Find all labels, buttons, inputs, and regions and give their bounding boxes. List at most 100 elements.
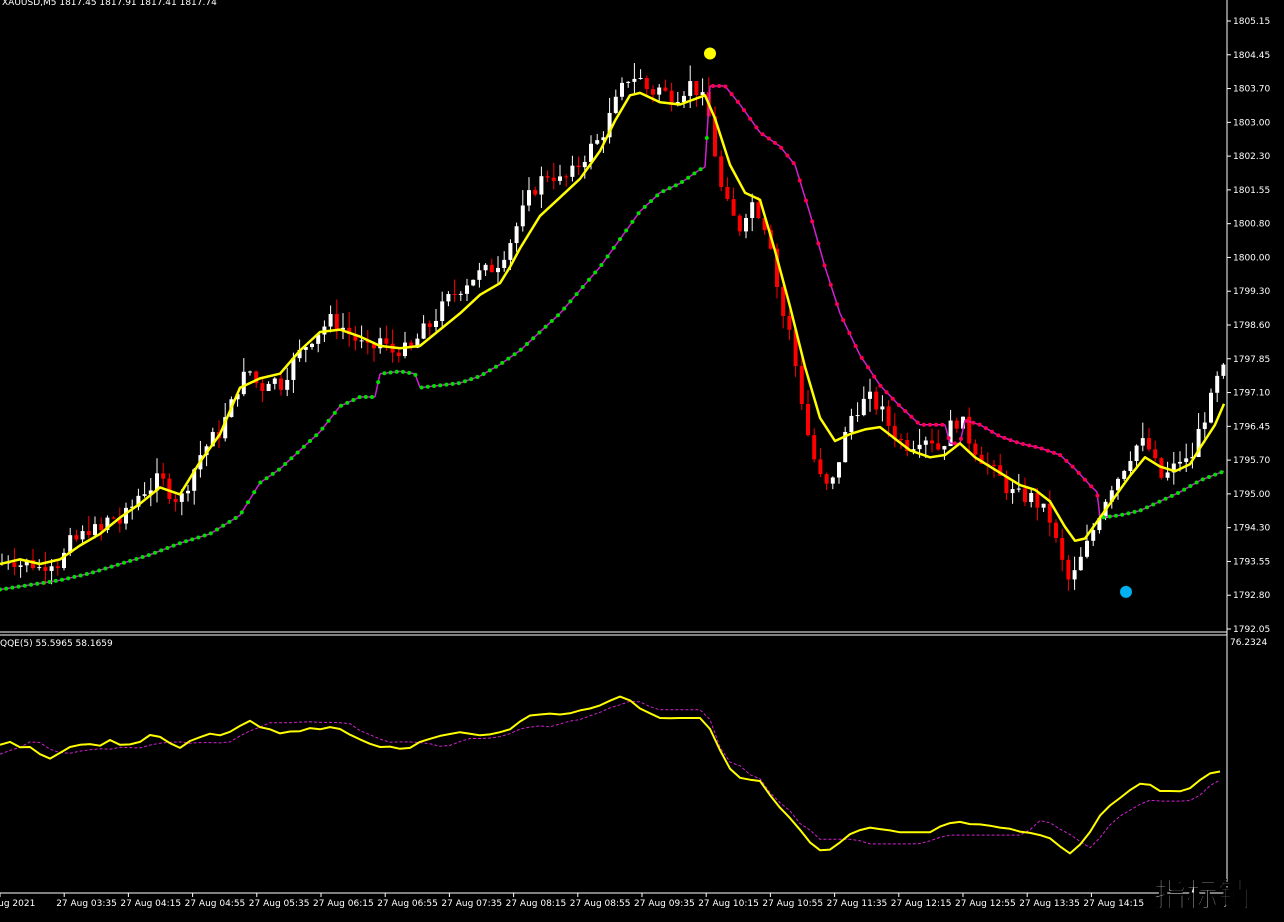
trail-stop-dot-up xyxy=(574,292,579,297)
bear-candle-body xyxy=(899,439,903,441)
trail-stop-dot-down xyxy=(872,374,877,379)
buy-signal-dot xyxy=(1120,585,1132,598)
bear-candle-body xyxy=(1153,449,1158,459)
trail-stop-dot-up xyxy=(91,570,95,575)
bull-candle-body xyxy=(868,391,872,399)
trail-stop-dot-up xyxy=(425,384,430,389)
trail-stop-dot-up xyxy=(1169,493,1174,498)
trail-stop-dot-down xyxy=(1033,444,1038,449)
trail-stop-dot-down xyxy=(996,433,1001,438)
bull-candle-body xyxy=(186,490,190,494)
trail-stop-dot-down xyxy=(1070,464,1075,469)
trail-stop-dot-up xyxy=(382,371,387,376)
trail-stop-dot-up xyxy=(103,566,108,571)
bull-candle-body xyxy=(1221,364,1226,376)
bull-candle-body xyxy=(142,494,147,496)
trail-stop-dot-up xyxy=(53,578,58,583)
trail-stop-dot-up xyxy=(153,550,157,555)
bear-candle-body xyxy=(806,403,810,436)
bull-candle-body xyxy=(483,264,488,271)
trail-stop-dot-up xyxy=(363,394,368,399)
time-tick-label: Aug 2021 xyxy=(0,899,35,909)
bull-candle-body xyxy=(471,279,476,286)
bull-candle-body xyxy=(1041,503,1046,508)
trail-stop-dot-down xyxy=(859,355,864,360)
trail-stop-dot-up xyxy=(171,543,176,548)
bull-candle-body xyxy=(861,398,866,416)
time-tick-label: 27 Aug 04:15 xyxy=(120,899,181,909)
trail-stop-dot-down xyxy=(866,365,870,370)
trail-stop-dot-down xyxy=(1002,435,1007,440)
trail-stop-dot-down xyxy=(983,426,988,431)
trail-stop-dot-down xyxy=(847,331,852,336)
trail-stop-dot-up xyxy=(289,456,294,461)
bull-candle-body xyxy=(1010,489,1015,494)
bull-candle-body xyxy=(1122,470,1127,479)
trail-stop-dot-down xyxy=(946,436,951,441)
trail-stop-dot-down xyxy=(959,436,963,441)
trail-stop-dot-up xyxy=(146,553,151,558)
trail-stop-dot-up xyxy=(357,395,362,400)
bull-candle-body xyxy=(1178,461,1182,464)
bull-candle-body xyxy=(514,226,519,244)
trail-stop-dot-up xyxy=(326,418,331,423)
bear-candle-body xyxy=(43,567,48,571)
trail-stop-dot-down xyxy=(1039,446,1044,451)
time-tick-label: 27 Aug 03:35 xyxy=(56,899,117,909)
trail-stop-dot-up xyxy=(463,379,467,384)
trail-stop-dot-up xyxy=(1194,480,1199,485)
trail-stop-dot-up xyxy=(624,228,629,233)
bull-candle-body xyxy=(434,320,438,327)
trail-stop-dot-down xyxy=(766,136,771,141)
time-tick-label: 27 Aug 14:15 xyxy=(1083,899,1144,909)
trail-stop-dot-up xyxy=(1207,475,1211,479)
trail-stop-dot-up xyxy=(438,383,443,388)
trail-stop-dot-up xyxy=(47,579,52,584)
trail-stop-dot-up xyxy=(202,533,207,538)
trail-stop-dot-up xyxy=(1157,499,1162,504)
trading-chart[interactable]: 1805.15 1804.45 1803.70 1803.00 1802.30 1801.… xyxy=(0,0,1284,918)
trail-stop-dot-up xyxy=(401,369,405,374)
trail-stop-dot-up xyxy=(518,347,523,352)
bull-candle-body xyxy=(241,371,246,395)
trail-stop-dot-down xyxy=(816,241,821,246)
trail-stop-dot-up xyxy=(394,369,399,374)
trail-stop-dot-up xyxy=(109,564,114,569)
bull-candle-body xyxy=(477,270,482,280)
bull-candle-body xyxy=(1215,375,1220,393)
trail-stop-dot-up xyxy=(655,193,660,198)
bear-candle-body xyxy=(799,366,804,404)
bear-candle-body xyxy=(818,459,823,475)
trail-stop-dot-down xyxy=(791,161,796,166)
trail-stop-dot-up xyxy=(370,394,374,399)
trail-stop-dot-up xyxy=(667,186,672,191)
bull-candle-body xyxy=(359,340,364,342)
time-tick-label: 27 Aug 07:35 xyxy=(441,899,502,909)
trail-stop-dot-up xyxy=(1213,472,1218,477)
bull-candle-body xyxy=(266,383,271,392)
price-tick-label: 1796.45 xyxy=(1233,422,1270,432)
bull-candle-body xyxy=(403,342,407,357)
chart-canvas[interactable]: 1805.15 1804.45 1803.70 1803.00 1802.30 1801.… xyxy=(0,0,1284,918)
bull-candle-body xyxy=(632,78,637,82)
trail-stop-dot-up xyxy=(227,519,232,524)
trail-stop-dot-up xyxy=(568,299,573,304)
trail-stop-dot-up xyxy=(4,586,9,591)
trail-stop-dot-up xyxy=(308,439,312,444)
bear-candle-body xyxy=(279,378,283,390)
trail-stop-dot-up xyxy=(134,556,139,561)
trail-stop-dot-up xyxy=(692,171,697,176)
trail-stop-dot-up xyxy=(122,560,126,565)
price-tick-label: 1799.30 xyxy=(1233,287,1270,297)
trail-stop-dot-up xyxy=(165,546,170,551)
trail-stop-dot-up xyxy=(673,183,678,188)
trail-stop-dot-up xyxy=(599,263,604,268)
price-tick-label: 1803.00 xyxy=(1233,118,1270,128)
bear-candle-body xyxy=(576,165,581,168)
trail-stop-dot-up xyxy=(115,562,120,567)
bull-candle-body xyxy=(1029,493,1034,502)
time-tick-label: 27 Aug 05:35 xyxy=(249,899,310,909)
bull-candle-body xyxy=(93,524,97,536)
bear-candle-body xyxy=(725,186,730,200)
trail-stop-dot-up xyxy=(72,574,77,579)
